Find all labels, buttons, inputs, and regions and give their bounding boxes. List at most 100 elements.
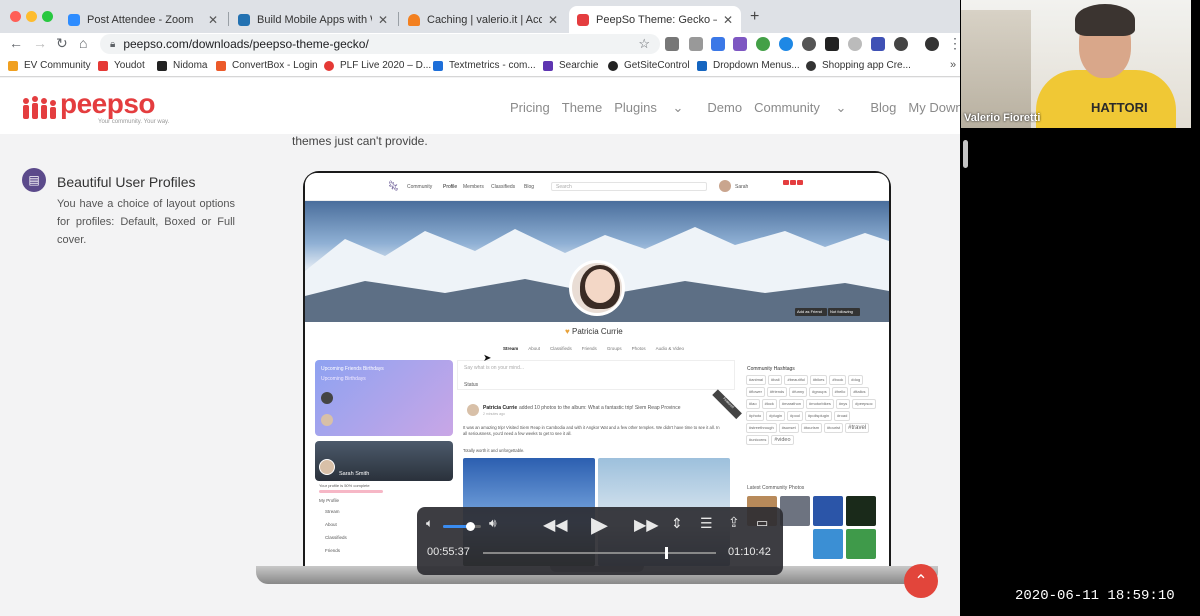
elapsed-time: 00:55:37 — [427, 546, 470, 558]
bookmark-item[interactable]: GetSiteControl — [608, 60, 690, 71]
nav-pricing[interactable]: Pricing — [510, 100, 550, 116]
close-tab-icon[interactable]: ✕ — [378, 13, 388, 27]
mouse-cursor-icon: ➤ — [483, 353, 492, 364]
nav-community[interactable]: Community ⌄ — [754, 100, 858, 116]
bookmark-item[interactable]: PLF Live 2020 – D... — [324, 60, 431, 71]
video-controls: 🔈︎ 🔊︎ ◀◀ ▶ ▶▶ ⇕ ☰ ⇪ ▭ 00:55:37 01:10:42 — [417, 507, 783, 575]
pocket-extension-icon[interactable] — [665, 37, 679, 51]
preview-search-placeholder: Search — [556, 184, 572, 190]
rewind-icon[interactable]: ◀◀ — [543, 515, 568, 535]
camera-extension-icon[interactable] — [689, 37, 703, 51]
menu-item: Friends — [325, 548, 341, 553]
logo-tagline: Your community. Your way. — [98, 119, 170, 125]
close-window-button[interactable] — [10, 11, 21, 22]
bookmark-item[interactable]: EV Community — [8, 60, 91, 71]
extension-icon[interactable] — [779, 37, 793, 51]
main-nav: Pricing Theme Plugins ⌄ Demo Community ⌄… — [510, 100, 960, 116]
bookmark-item[interactable]: Shopping app Cre... — [806, 60, 911, 71]
feature-description: You have a choice of layout options for … — [57, 198, 235, 246]
bookmark-item[interactable]: Nidoma — [157, 60, 207, 71]
tab-title: Caching | valerio.it | Account | — [427, 13, 542, 26]
nav-plugins[interactable]: Plugins ⌄ — [614, 100, 695, 116]
page-scrollbar[interactable] — [961, 134, 969, 616]
more-bookmarks-icon[interactable]: » — [950, 59, 956, 71]
nav-my-downloads[interactable]: My Downloads — [908, 100, 960, 116]
hashtag: #hello — [831, 387, 849, 397]
my-profile-card: Sarah Smith — [315, 441, 453, 481]
scroll-to-top-button[interactable]: ⌃ — [904, 564, 938, 598]
bookmark-item[interactable]: Youdot — [98, 60, 145, 71]
menu-kebab-icon[interactable]: ⋮ — [948, 35, 960, 52]
back-icon[interactable]: ← — [9, 35, 23, 51]
bookmark-item[interactable]: ConvertBox - Login — [216, 60, 318, 71]
fast-forward-icon[interactable]: ▶▶ — [634, 515, 659, 535]
profile-tab: Groups — [606, 346, 622, 351]
extension-icon[interactable] — [871, 37, 885, 51]
grammarly-extension-icon[interactable] — [756, 37, 770, 51]
browser-window: Post Attendee - Zoom ✕ Build Mobile Apps… — [0, 0, 960, 616]
bookmark-item[interactable]: Searchie — [543, 60, 598, 71]
volume-max-icon[interactable]: 🔊︎ — [489, 516, 497, 531]
badge-icon: ♥ — [565, 327, 570, 336]
maximize-window-button[interactable] — [42, 11, 53, 22]
profile-avatar[interactable] — [925, 37, 939, 51]
close-tab-icon[interactable]: ✕ — [208, 13, 218, 27]
bookmark-label: Youdot — [114, 60, 145, 71]
community-photo — [846, 529, 876, 559]
scrubber-bar[interactable] — [483, 547, 716, 559]
tab-title: Post Attendee - Zoom — [87, 13, 194, 26]
bookmark-item[interactable]: Textmetrics - com... — [433, 60, 536, 71]
post-composer: Say what is on your mind... Status — [457, 360, 735, 390]
hashtag: #flower — [746, 387, 765, 397]
tab-caching[interactable]: Caching | valerio.it | Account | ✕ — [400, 6, 566, 33]
preview-user-avatar — [719, 180, 731, 192]
reload-icon[interactable]: ↻ — [56, 35, 68, 52]
bookmark-item[interactable]: Dropdown Menus... — [697, 60, 800, 71]
extension-icon[interactable] — [711, 37, 725, 51]
bookmark-label: Textmetrics - com... — [449, 60, 536, 71]
share-icon[interactable]: ⇪ — [728, 514, 740, 531]
chapters-list-icon[interactable]: ☰ — [700, 515, 713, 532]
nav-demo[interactable]: Demo — [707, 100, 742, 116]
volume-knob[interactable] — [465, 522, 475, 531]
post-author-avatar — [467, 404, 479, 416]
extension-icon[interactable] — [848, 37, 862, 51]
bookmark-label: Searchie — [559, 60, 599, 71]
volume-slider[interactable] — [443, 522, 481, 531]
play-icon[interactable]: ▶ — [591, 512, 608, 538]
tab-peepso-gecko[interactable]: PeepSo Theme: Gecko – Peep ✕ — [569, 6, 741, 33]
nav-theme[interactable]: Theme — [562, 100, 602, 116]
profile-tab: Photos — [631, 346, 646, 351]
profile-avatar-image — [569, 260, 625, 316]
add-friend-button: Add as Friend — [795, 308, 827, 316]
hashtag: #peepsoc — [852, 399, 876, 409]
mute-icon[interactable]: 🔈︎ — [426, 516, 433, 531]
tab-build-mobile-apps[interactable]: Build Mobile Apps with WordP ✕ — [230, 6, 396, 33]
scrollbar-thumb[interactable] — [963, 140, 968, 168]
info-extension-icon[interactable] — [894, 37, 908, 51]
close-tab-icon[interactable]: ✕ — [723, 13, 733, 27]
lock-icon: 🔒︎ — [110, 38, 116, 50]
person-hair — [1075, 4, 1135, 36]
bookmark-star-icon[interactable]: ☆ — [638, 36, 650, 52]
hashtag: #groups — [809, 387, 830, 397]
new-tab-icon[interactable]: + — [750, 8, 759, 26]
v-extension-icon[interactable] — [825, 37, 839, 51]
hashtag: #unicorns — [746, 435, 770, 445]
extension-icon[interactable] — [802, 37, 816, 51]
playback-speed-icon[interactable]: ⇕ — [671, 515, 683, 532]
hashtag: #lao — [746, 399, 760, 409]
tab-zoom[interactable]: Post Attendee - Zoom ✕ — [60, 6, 226, 33]
photos-title: Latest Community Photos — [747, 485, 805, 491]
scrubber-knob[interactable] — [664, 547, 668, 559]
following-button: Not following — [828, 308, 860, 316]
nav-blog[interactable]: Blog — [870, 100, 896, 116]
picture-in-picture-icon[interactable]: ▭ — [756, 515, 768, 531]
address-bar[interactable]: 🔒︎ peepso.com/downloads/peepso-theme-gec… — [100, 34, 660, 54]
close-tab-icon[interactable]: ✕ — [548, 13, 558, 27]
zoom-favicon-icon — [68, 13, 80, 26]
home-icon[interactable]: ⌂ — [79, 35, 87, 51]
s-extension-icon[interactable] — [733, 37, 747, 51]
minimize-window-button[interactable] — [26, 11, 37, 22]
forward-icon[interactable]: → — [33, 35, 47, 51]
